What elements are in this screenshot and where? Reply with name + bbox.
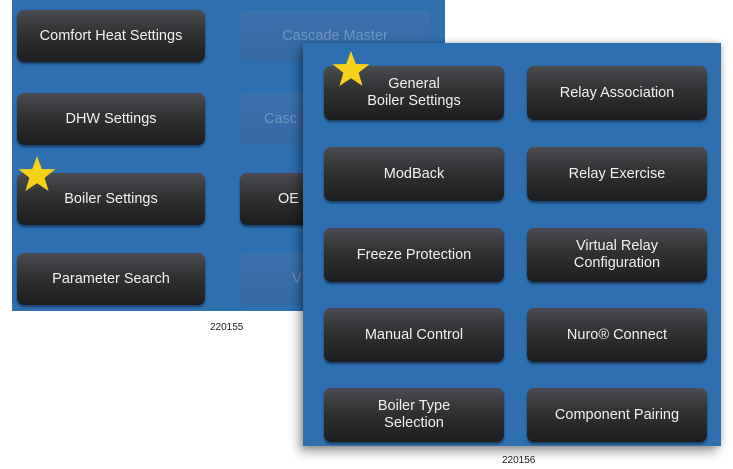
star-icon <box>18 156 56 191</box>
freeze-protection-button[interactable]: Freeze Protection <box>324 228 504 282</box>
boiler-settings-screen: General Boiler Settings Relay Associatio… <box>303 43 721 446</box>
dhw-settings-button[interactable]: DHW Settings <box>17 93 205 145</box>
figure-caption-front: 220156 <box>502 455 536 466</box>
component-pairing-button[interactable]: Component Pairing <box>527 388 707 442</box>
star-icon <box>332 51 370 86</box>
relay-association-button[interactable]: Relay Association <box>527 66 707 120</box>
modback-button[interactable]: ModBack <box>324 147 504 201</box>
manual-control-button[interactable]: Manual Control <box>324 308 504 362</box>
figure-caption-back: 220155 <box>210 322 244 333</box>
figure: Comfort Heat Settings DHW Settings Boile… <box>0 0 733 469</box>
nuro-connect-button[interactable]: Nuro® Connect <box>527 308 707 362</box>
relay-exercise-button[interactable]: Relay Exercise <box>527 147 707 201</box>
comfort-heat-settings-button[interactable]: Comfort Heat Settings <box>17 10 205 62</box>
parameter-search-button[interactable]: Parameter Search <box>17 253 205 305</box>
virtual-relay-configuration-button[interactable]: Virtual Relay Configuration <box>527 228 707 282</box>
boiler-type-selection-button[interactable]: Boiler Type Selection <box>324 388 504 442</box>
